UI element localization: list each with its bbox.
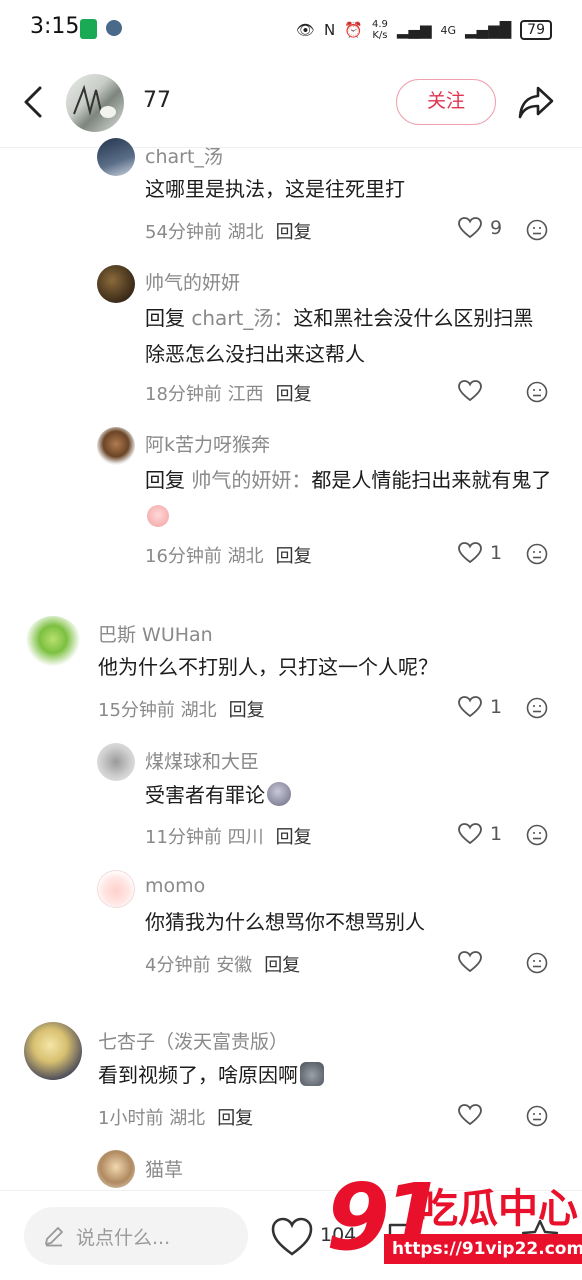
comment-text: 回复 帅气的妍妍：都是人情能扫出来就有鬼了 bbox=[145, 462, 560, 534]
like-button[interactable]: 1 bbox=[458, 696, 502, 718]
share-icon[interactable] bbox=[516, 82, 556, 122]
reply-button[interactable]: 回复 bbox=[276, 384, 312, 405]
like-count: 1 bbox=[490, 542, 503, 564]
back-arrow-icon[interactable] bbox=[20, 82, 50, 122]
comment-meta: 11分钟前 四川 回复 bbox=[145, 827, 312, 848]
like-button[interactable]: 1 bbox=[458, 823, 502, 845]
reply-button[interactable]: 回复 bbox=[276, 546, 312, 567]
comment-text: 这哪里是执法，这是往死里打 bbox=[145, 177, 405, 201]
heart-icon bbox=[458, 696, 482, 718]
reply-button[interactable]: 回复 bbox=[229, 700, 265, 721]
reply-button[interactable]: 回复 bbox=[276, 827, 312, 848]
like-button[interactable]: 9 bbox=[458, 217, 502, 239]
reply-button[interactable]: 回复 bbox=[264, 955, 300, 976]
avatar[interactable] bbox=[97, 265, 135, 303]
network-type: 4G bbox=[440, 23, 457, 37]
avatar[interactable] bbox=[97, 1150, 135, 1188]
avatar[interactable] bbox=[97, 138, 135, 176]
heart-icon bbox=[458, 951, 482, 973]
like-button[interactable] bbox=[458, 951, 490, 973]
avatar[interactable] bbox=[97, 870, 135, 908]
comment-meta: 15分钟前 湖北 回复 bbox=[98, 700, 265, 721]
like-count: 1 bbox=[490, 696, 503, 718]
heart-icon bbox=[458, 542, 482, 564]
comment-username[interactable]: 煤煤球和大臣 bbox=[145, 747, 259, 774]
top-bar: 77 关注 bbox=[0, 58, 582, 148]
author-avatar[interactable] bbox=[66, 74, 124, 132]
reply-to-user[interactable]: chart_汤： bbox=[191, 306, 293, 330]
moon-face-emoji-icon bbox=[267, 782, 291, 806]
avatar[interactable] bbox=[24, 616, 82, 674]
pencil-icon bbox=[45, 1227, 63, 1247]
comment-username[interactable]: 帅气的妍妍 bbox=[145, 268, 240, 295]
alarm-icon: ⏰ bbox=[344, 21, 363, 39]
comment-username[interactable]: 阿k苦力呀猴奔 bbox=[145, 430, 270, 457]
watermark-name: 吃瓜中心 bbox=[418, 1186, 578, 1232]
heart-icon bbox=[458, 380, 482, 402]
comment-meta: 1小时前 湖北 回复 bbox=[98, 1108, 254, 1129]
like-button[interactable] bbox=[458, 1104, 490, 1126]
battery-indicator: 79 bbox=[520, 20, 552, 40]
dislike-icon[interactable] bbox=[526, 381, 548, 403]
dislike-icon[interactable] bbox=[526, 824, 548, 846]
watermark: 91 吃瓜中心 https://91vip22.com bbox=[326, 1168, 582, 1274]
comment-input[interactable]: 说点什么... bbox=[24, 1207, 248, 1265]
dislike-icon[interactable] bbox=[526, 697, 548, 719]
avatar[interactable] bbox=[97, 743, 135, 781]
status-time: 3:15 bbox=[30, 14, 80, 39]
comment-text: 回复 chart_汤：这和黑社会没什么区别扫黑除恶怎么没扫出来这帮人 bbox=[145, 306, 534, 366]
dislike-icon[interactable] bbox=[526, 543, 548, 565]
comment-username[interactable]: momo bbox=[145, 875, 205, 897]
wifi-off-signal-icon: ▂▄▆ bbox=[396, 21, 432, 39]
comment-text: 他为什么不打别人，只打这一个人呢？ bbox=[98, 655, 438, 679]
follow-button[interactable]: 关注 bbox=[396, 79, 496, 125]
dislike-icon[interactable] bbox=[526, 952, 548, 974]
reply-to-user[interactable]: 帅气的妍妍： bbox=[191, 468, 311, 492]
comment-text: 看到视频了，啥原因啊 bbox=[98, 1057, 518, 1093]
comment-input-placeholder: 说点什么... bbox=[76, 1227, 171, 1249]
reply-button[interactable]: 回复 bbox=[276, 222, 312, 243]
dislike-icon[interactable] bbox=[526, 1105, 548, 1127]
watermark-url: https://91vip22.com bbox=[384, 1234, 582, 1264]
author-name[interactable]: 77 bbox=[143, 88, 171, 113]
crying-emoji-icon bbox=[147, 505, 169, 527]
like-count: 1 bbox=[490, 823, 503, 845]
comment-meta: 18分钟前 江西 回复 bbox=[145, 384, 312, 405]
cell-signal-icon: ▂▄▆█ bbox=[465, 21, 512, 39]
like-count: 9 bbox=[490, 217, 503, 239]
app-notification-icon bbox=[80, 19, 97, 39]
cat-emoji-icon bbox=[300, 1062, 324, 1086]
heart-icon bbox=[458, 823, 482, 845]
comment-text: 你猜我为什么想骂你不想骂别人 bbox=[145, 910, 425, 934]
heart-icon bbox=[458, 1104, 482, 1126]
network-speed: 4.9 K/s bbox=[371, 19, 388, 41]
avatar[interactable] bbox=[24, 1022, 82, 1080]
comment-meta: 4分钟前 安徽 回复 bbox=[145, 955, 301, 976]
comment-username[interactable]: 七杏子（泼天富贵版） bbox=[98, 1027, 288, 1054]
telegram-icon bbox=[106, 20, 122, 36]
eye-icon: 👁 bbox=[296, 21, 316, 39]
comment-meta: 54分钟前 湖北 回复 bbox=[145, 222, 312, 243]
like-post-icon[interactable] bbox=[270, 1215, 314, 1259]
nfc-icon: N bbox=[324, 21, 336, 39]
status-bar: 3:15 👁 N ⏰ 4.9 K/s ▂▄▆ 4G ▂▄▆█ 79 bbox=[0, 0, 582, 58]
like-button[interactable]: 1 bbox=[458, 542, 502, 564]
comment-username[interactable]: 巴斯 WUHan bbox=[98, 620, 213, 647]
like-button[interactable] bbox=[458, 380, 490, 402]
heart-icon bbox=[458, 217, 482, 239]
avatar[interactable] bbox=[97, 427, 135, 465]
comment-text: 受害者有罪论 bbox=[145, 777, 565, 813]
reply-button[interactable]: 回复 bbox=[217, 1108, 253, 1129]
comment-username[interactable]: 猫草 bbox=[145, 1155, 183, 1182]
comment-meta: 16分钟前 湖北 回复 bbox=[145, 546, 312, 567]
dislike-icon[interactable] bbox=[526, 219, 548, 241]
comment-username[interactable]: chart_汤 bbox=[145, 142, 223, 169]
